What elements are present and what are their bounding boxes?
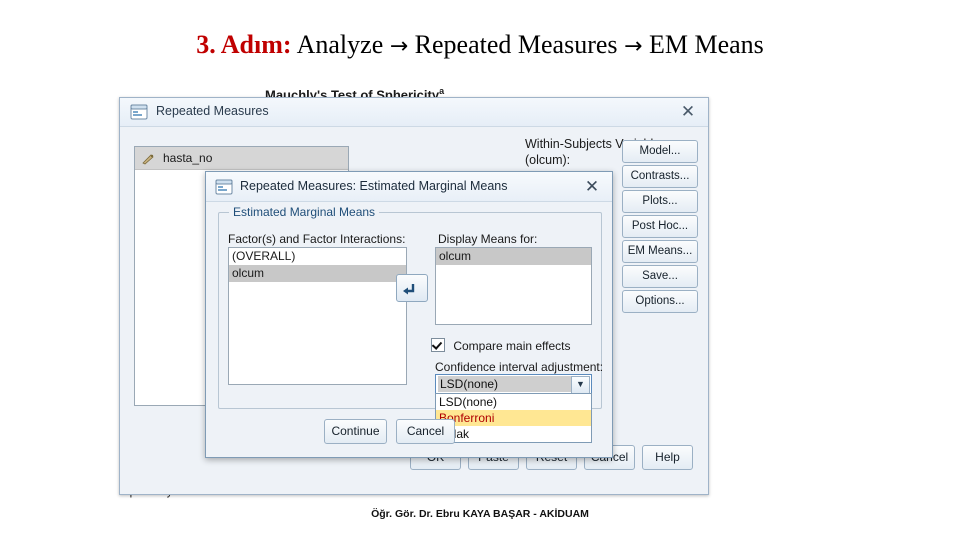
- emm-button-row: Continue Cancel: [324, 419, 494, 444]
- move-right-button[interactable]: [396, 274, 428, 302]
- chevron-down-icon[interactable]: ▼: [571, 376, 590, 394]
- factors-listbox[interactable]: (OVERALL) olcum: [228, 247, 407, 385]
- options-button[interactable]: Options...: [622, 290, 698, 313]
- checkbox-icon[interactable]: [431, 338, 445, 352]
- compare-main-effects-checkbox[interactable]: Compare main effects: [431, 338, 571, 353]
- factors-label: Factor(s) and Factor Interactions:: [228, 232, 405, 246]
- arrow-icon-1: →: [389, 34, 409, 59]
- repeated-measures-titlebar[interactable]: Repeated Measures ✕: [120, 98, 708, 127]
- spss-subdialog-icon: [215, 178, 233, 196]
- compare-main-effects-label: Compare main effects: [453, 339, 571, 353]
- list-item[interactable]: olcum: [436, 248, 591, 265]
- slide-footer: Öğr. Gör. Dr. Ebru KAYA BAŞAR - AKİDUAM: [371, 508, 589, 520]
- save-button[interactable]: Save...: [622, 265, 698, 288]
- close-icon[interactable]: ✕: [676, 101, 700, 123]
- page-title-repeated-measures: Repeated Measures: [414, 30, 618, 59]
- cancel-button[interactable]: Cancel: [396, 419, 455, 444]
- display-means-label-text: Display Means for:: [438, 232, 538, 246]
- list-item[interactable]: hasta_no: [135, 147, 348, 170]
- page-title-em-means: EM Means: [648, 30, 764, 59]
- confidence-interval-adjustment-label-text: Confidence interval adjustment:: [435, 360, 604, 374]
- display-means-label: Display Means for:: [438, 232, 537, 246]
- contrasts-button[interactable]: Contrasts...: [622, 165, 698, 188]
- em-means-button[interactable]: EM Means...: [622, 240, 698, 263]
- list-item[interactable]: olcum: [229, 265, 406, 282]
- list-item-label: hasta_no: [163, 151, 213, 165]
- help-button[interactable]: Help: [642, 445, 693, 470]
- dropdown-option-lsd[interactable]: LSD(none): [436, 394, 591, 410]
- spss-dialog-icon: [130, 103, 148, 121]
- model-button[interactable]: Model...: [622, 140, 698, 163]
- confidence-interval-adjustment-label: Confidence interval adjustment:: [435, 360, 603, 374]
- repeated-measures-title: Repeated Measures: [156, 104, 269, 118]
- scale-variable-icon: [141, 151, 155, 165]
- list-item[interactable]: (OVERALL): [229, 248, 406, 265]
- close-icon[interactable]: ✕: [580, 176, 604, 198]
- command-button-column: Model... Contrasts... Plots... Post Hoc.…: [622, 140, 698, 315]
- estimated-marginal-means-dialog: Repeated Measures: Estimated Marginal Me…: [205, 171, 613, 458]
- post-hoc-button[interactable]: Post Hoc...: [622, 215, 698, 238]
- confidence-interval-adjustment-value: LSD(none): [438, 376, 573, 392]
- arrow-icon-2: →: [624, 34, 643, 59]
- background-output-title-superscript: a: [439, 86, 445, 96]
- group-legend: Estimated Marginal Means: [229, 205, 380, 219]
- emm-titlebar[interactable]: Repeated Measures: Estimated Marginal Me…: [206, 172, 612, 202]
- page-title-analyze: Analyze: [296, 30, 384, 59]
- page-title-step: 3. Adım:: [196, 30, 292, 59]
- factors-label-text: Factor(s) and Factor Interactions:: [228, 232, 406, 246]
- continue-button[interactable]: Continue: [324, 419, 387, 444]
- emm-title: Repeated Measures: Estimated Marginal Me…: [240, 179, 508, 193]
- display-means-listbox[interactable]: olcum: [435, 247, 592, 325]
- confidence-interval-adjustment-select[interactable]: LSD(none) ▼: [435, 374, 592, 395]
- page-title: 3. Adım: Analyze → Repeated Measures → E…: [0, 30, 960, 60]
- plots-button[interactable]: Plots...: [622, 190, 698, 213]
